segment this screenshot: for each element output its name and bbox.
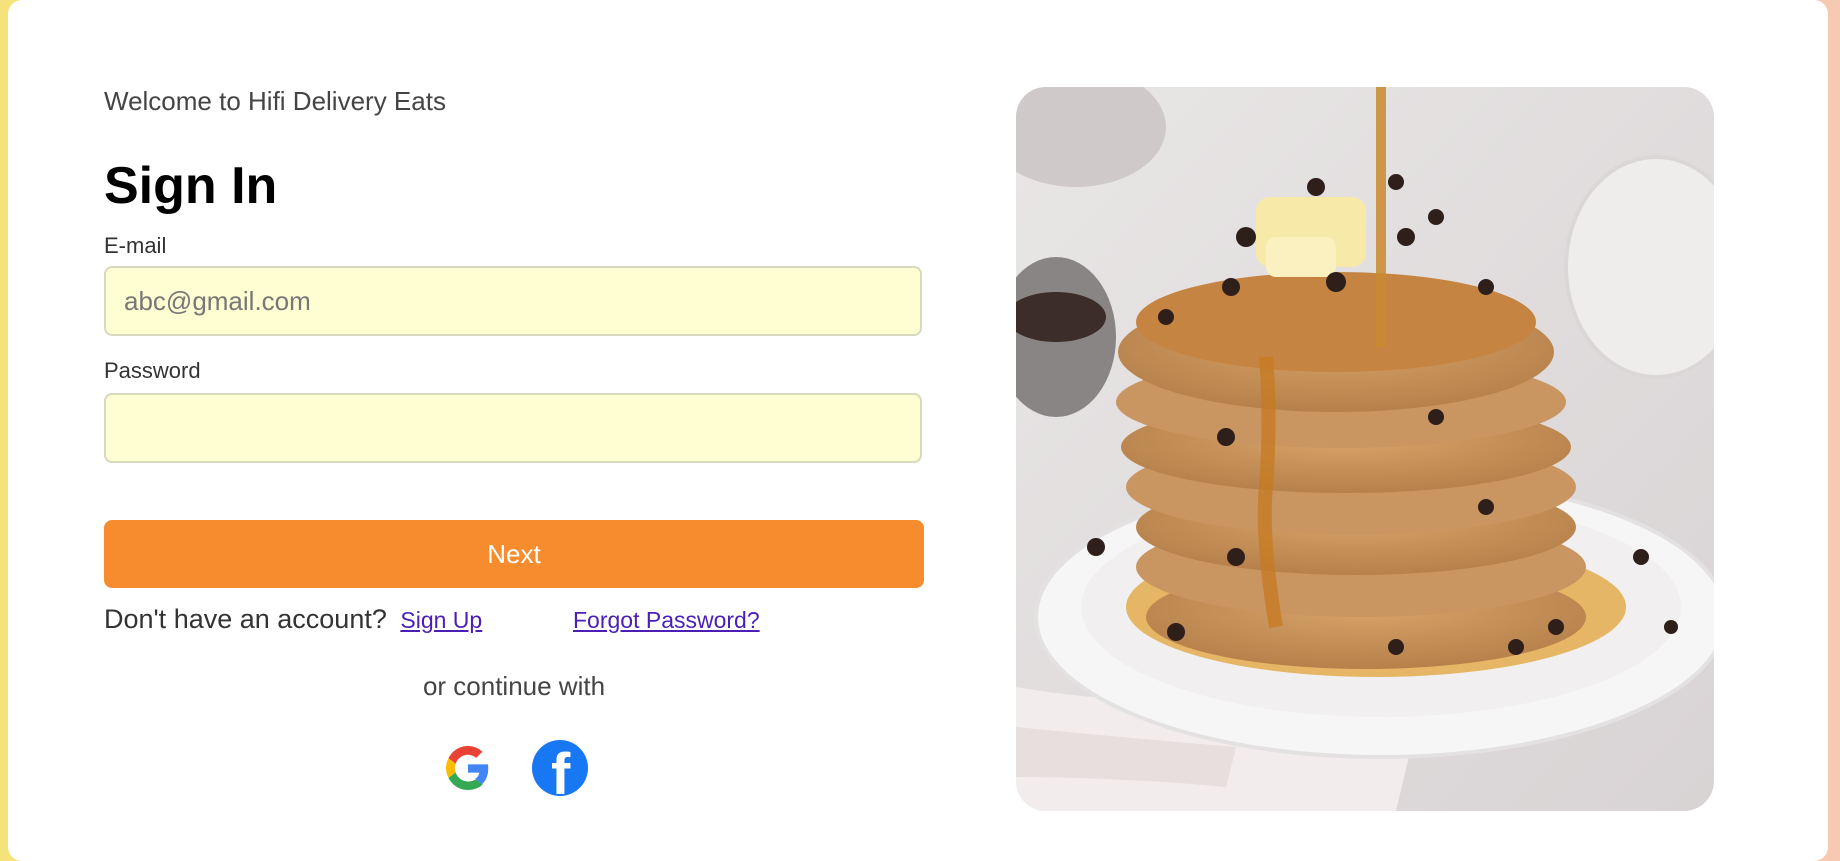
password-field[interactable] (104, 393, 922, 463)
no-account-text: Don't have an account? (104, 604, 387, 634)
continue-with-text: or continue with (422, 671, 606, 701)
email-label: E-mail (104, 233, 167, 258)
no-account-row: Don't have an account? Sign Up (104, 604, 482, 635)
pancakes-illustration (1016, 87, 1714, 811)
page-title: Sign In (104, 157, 278, 215)
facebook-glyph: f (551, 742, 571, 797)
forgot-password-link[interactable]: Forgot Password? (573, 607, 760, 634)
welcome-text: Welcome to Hifi Delivery Eats (104, 86, 446, 116)
sign-in-card: Welcome to Hifi Delivery Eats Sign In E-… (8, 0, 1828, 861)
sign-up-link[interactable]: Sign Up (400, 607, 482, 633)
next-button[interactable]: Next (104, 520, 924, 588)
pancakes-photo (1016, 87, 1714, 811)
facebook-icon: f (532, 740, 588, 796)
facebook-login-button[interactable]: f (532, 740, 588, 796)
google-login-button[interactable] (440, 740, 496, 796)
google-icon (446, 746, 489, 790)
email-field[interactable] (104, 266, 922, 336)
password-label: Password (104, 358, 201, 383)
